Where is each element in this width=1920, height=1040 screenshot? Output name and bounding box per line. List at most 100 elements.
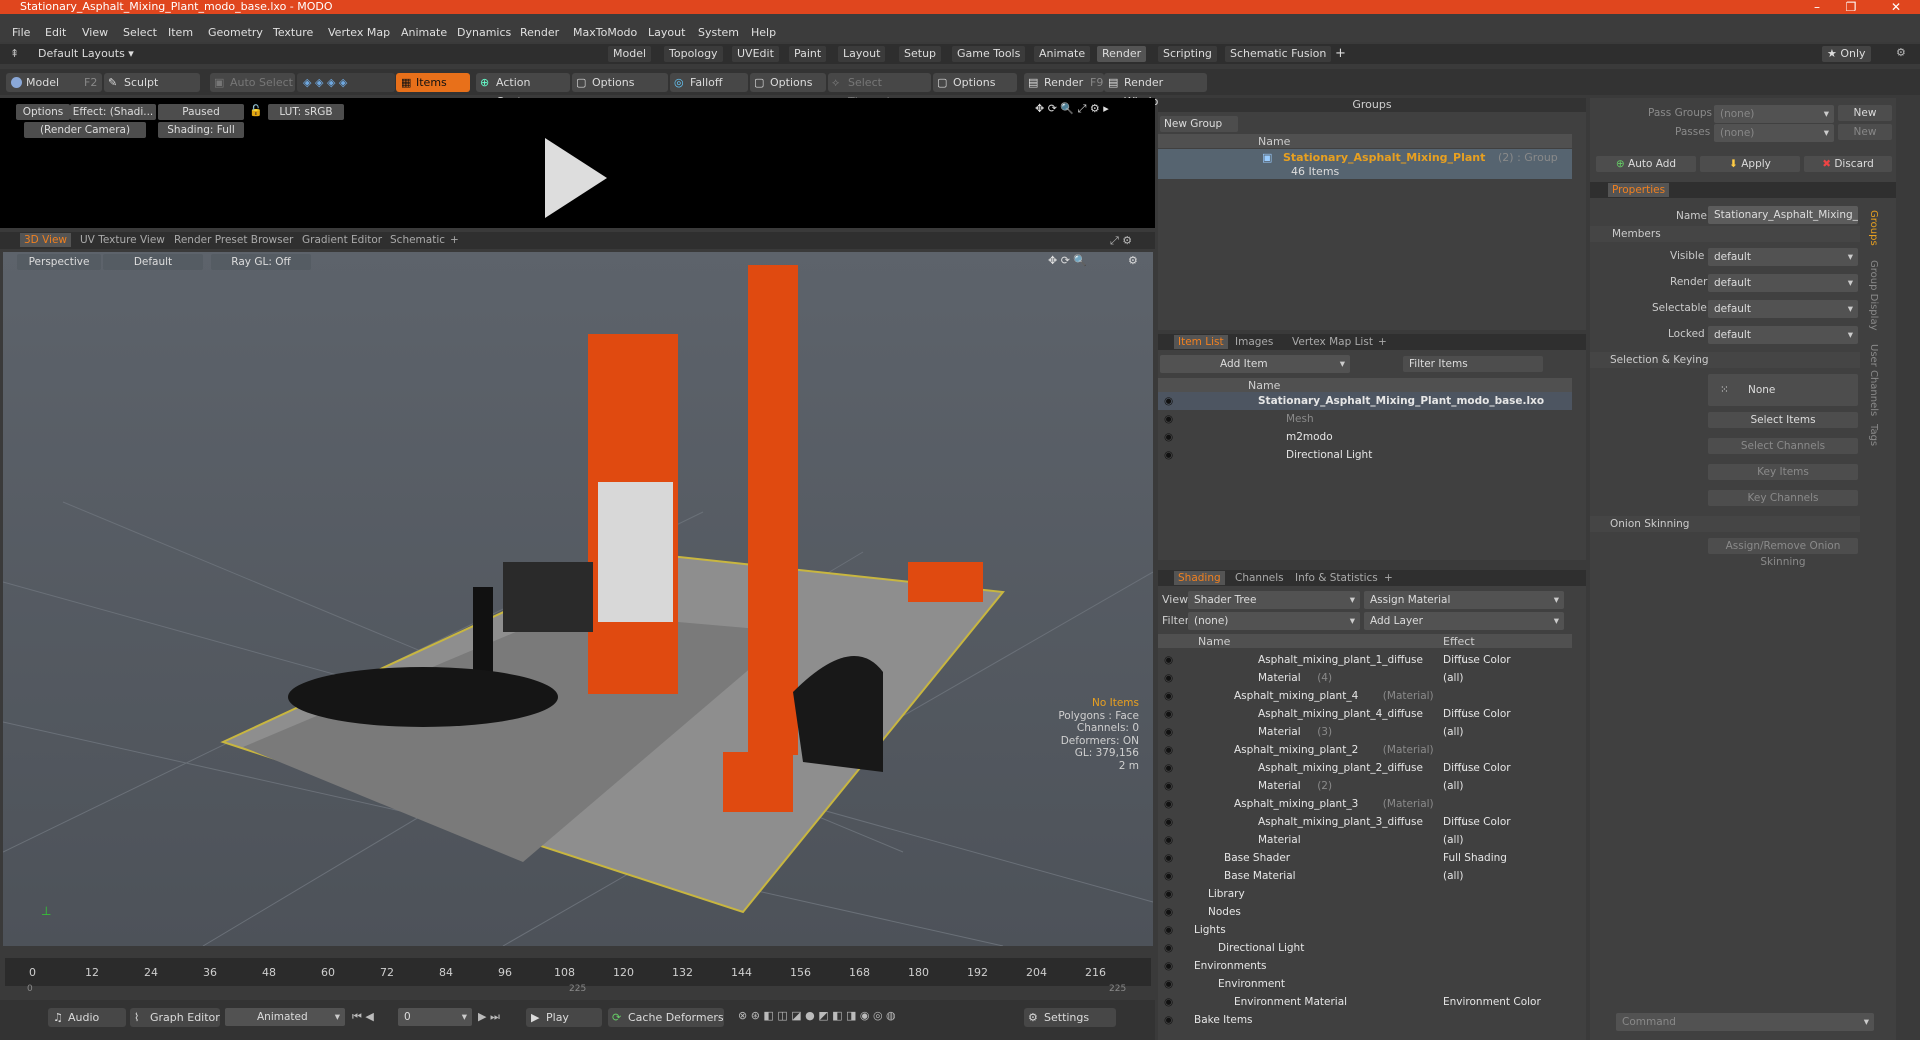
tab-item-list[interactable]: Item List [1174,335,1228,349]
add-shading-tab[interactable]: + [1380,571,1397,585]
visible-dropdown[interactable]: default [1708,248,1858,266]
selection-keying-section[interactable]: Selection & Keying [1610,354,1709,366]
shader-row[interactable]: ◉ Directional Light [1158,939,1572,957]
timeline[interactable]: 0 12 24 36 48 60 72 84 96 108 120 132 14… [3,950,1153,996]
menu-animate[interactable]: Animate [401,26,447,39]
render-button[interactable]: ▤ Render F9 [1024,73,1104,92]
pass-groups-dropdown[interactable]: (none) [1714,105,1834,123]
shader-row[interactable]: ◉ Lights [1158,921,1572,939]
auto-select-button[interactable]: ▣ Auto Select [210,73,295,92]
shader-row[interactable]: ◉ Nodes [1158,903,1572,921]
eye-icon[interactable]: ◉ [1164,795,1173,813]
render-preview[interactable]: Options Effect: (Shadi... Paused 🔓 LUT: … [0,98,1155,228]
settings-button[interactable]: ⚙ Settings [1024,1008,1116,1027]
eye-icon[interactable]: ◉ [1164,993,1173,1011]
eye-icon[interactable]: ◉ [1164,975,1173,993]
shader-row[interactable]: ◉ Material (4) (all) [1158,669,1572,687]
action-center-options[interactable]: ▢ Options [572,73,668,92]
tab-images[interactable]: Images [1231,335,1277,349]
filter-items-input[interactable]: Filter Items [1403,356,1543,372]
add-tab-icon[interactable]: + [1335,46,1346,61]
side-tab-group-display[interactable]: Group Display [1868,260,1879,330]
tab-gradient-editor[interactable]: Gradient Editor [298,233,386,247]
menu-texture[interactable]: Texture [273,26,313,39]
side-tab-user-channels[interactable]: User Channels [1868,344,1879,416]
eye-icon[interactable]: ◉ [1164,446,1173,464]
menu-view[interactable]: View [82,26,108,39]
add-viewport-tab[interactable]: + [446,233,463,247]
add-list-tab[interactable]: + [1374,335,1391,349]
shader-row[interactable]: ◉ Asphalt_mixing_plant_3_diffuse (I... Diff… [1158,813,1572,831]
menu-edit[interactable]: Edit [45,26,66,39]
none-button[interactable]: ⁙ None [1708,374,1858,406]
eye-icon[interactable]: ◉ [1164,392,1173,410]
item-row-scene[interactable]: ◉ Stationary_Asphalt_Mixing_Plant_modo_ba… [1158,392,1572,410]
tab-schematic[interactable]: Schematic [386,233,449,247]
shader-row[interactable]: ◉ Material (2) (all) [1158,777,1572,795]
menu-system[interactable]: System [698,26,739,39]
select-items-button[interactable]: Select Items [1708,412,1858,428]
tab-render[interactable]: Render [1097,46,1147,62]
onion-skinning-section[interactable]: Onion Skinning [1610,518,1689,530]
tab-schematic-fusion[interactable]: Schematic Fusion [1225,46,1332,62]
pass-new-button[interactable]: New [1838,105,1892,121]
shader-row[interactable]: ◉ Base Material (all) [1158,867,1572,885]
edge-mode-icon[interactable]: ◈ [315,76,323,89]
falloff-options[interactable]: ▢ Options [750,73,826,92]
paused-button[interactable]: Paused [158,104,244,120]
shader-row[interactable]: ◉ Environment [1158,975,1572,993]
filter-dropdown[interactable]: (none) [1188,612,1360,630]
eye-icon[interactable]: ◉ [1164,849,1173,867]
vertex-mode-icon[interactable]: ◈ [303,76,311,89]
play-button[interactable]: ▶ Play [526,1008,602,1027]
tab-layout[interactable]: Layout [838,46,886,62]
preview-tools-icon[interactable]: ✥ ⟳ 🔍 ⤢ ⚙ ▸ [1035,102,1109,116]
lut-dropdown[interactable]: LUT: sRGB [268,104,344,120]
action-center-button[interactable]: ⊕Action Center [476,73,570,108]
add-layer-dropdown[interactable]: Add Layer [1364,612,1564,630]
eye-icon[interactable]: ◉ [1164,885,1173,903]
menu-render[interactable]: Render [520,26,559,39]
cache-deformers-button[interactable]: ⟳ Cache Deformers [608,1008,724,1027]
shader-row[interactable]: ◉ Asphalt_mixing_plant_2 (Material) [1158,741,1572,759]
passes-dropdown[interactable]: (none) [1714,124,1834,142]
shader-row[interactable]: ◉ Asphalt_mixing_plant_3 (Material) [1158,795,1572,813]
side-tab-groups[interactable]: Groups [1868,210,1879,246]
auto-add-button[interactable]: ⊕ Auto Add [1596,156,1696,172]
tab-topology[interactable]: Topology [664,46,723,62]
menu-dynamics[interactable]: Dynamics [457,26,511,39]
render-window-button[interactable]: ▤Render Window [1104,73,1207,108]
tab-game-tools[interactable]: Game Tools [952,46,1026,62]
item-row-m2modo[interactable]: ◉ m2modo [1158,428,1572,446]
tab-paint[interactable]: Paint [789,46,827,62]
view-dropdown[interactable]: Shader Tree [1188,591,1360,609]
select-through-options[interactable]: ▢ Options [933,73,1017,92]
eye-icon[interactable]: ◉ [1164,759,1173,777]
eye-icon[interactable]: ◉ [1164,741,1173,759]
graph-editor-button[interactable]: ⌇ Graph Editor [130,1008,220,1027]
tab-model[interactable]: Model [608,46,652,62]
shader-row[interactable]: ◉ Environments [1158,957,1572,975]
locked-dropdown[interactable]: default [1708,326,1858,344]
animated-dropdown[interactable]: Animated [225,1008,345,1026]
eye-icon[interactable]: ◉ [1164,705,1173,723]
selectable-dropdown[interactable]: default [1708,300,1858,318]
render-dropdown[interactable]: default [1708,274,1858,292]
lock-icon[interactable]: 🔓 [249,104,263,117]
passes-new-button[interactable]: New [1838,124,1892,140]
items-button[interactable]: ▦ Items [396,73,470,92]
menu-maxtomodo[interactable]: MaxToModo [573,26,637,39]
shader-row[interactable]: ◉ Base Shader Full Shading [1158,849,1572,867]
groups-row[interactable]: ▣ Stationary_Asphalt_Mixing_Plant (2) : … [1158,149,1572,179]
transport-next-icon[interactable]: ▶ ⏭ [478,1010,500,1024]
item-row-directional-light[interactable]: ◉ Directional Light [1158,446,1572,464]
tab-3d-view[interactable]: 3D View [20,233,72,247]
tab-animate[interactable]: Animate [1034,46,1091,62]
shader-row[interactable]: ◉ Asphalt_mixing_plant_4 (Material) [1158,687,1572,705]
eye-icon[interactable]: ◉ [1164,410,1173,428]
side-tab-tags[interactable]: Tags [1868,424,1879,446]
expand-icon[interactable]: ⤢ ⚙ [1110,234,1132,248]
camera-dropdown[interactable]: (Render Camera) [24,122,146,138]
eye-icon[interactable]: ◉ [1164,687,1173,705]
assign-material-dropdown[interactable]: Assign Material [1364,591,1564,609]
